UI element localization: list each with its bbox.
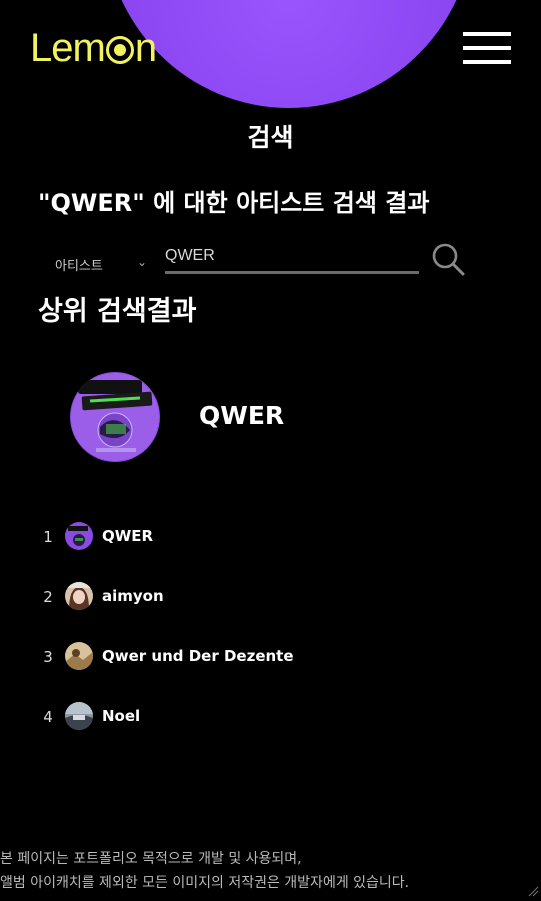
- logo-text-start: Lem: [30, 26, 106, 70]
- resize-grip-icon: [527, 882, 539, 897]
- header-decoration-circle: [104, 0, 474, 108]
- top-result-artist-name: QWER: [199, 401, 285, 430]
- search-result-heading: "QWER" 에 대한 아티스트 검색 결과: [38, 189, 430, 217]
- footer-notice: 본 페이지는 포트폴리오 목적으로 개발 및 사용되며, 앨범 아이캐치를 제외…: [0, 847, 541, 895]
- menu-line: [463, 46, 511, 50]
- top-result-heading: 상위 검색결과: [38, 296, 197, 327]
- search-input[interactable]: [165, 244, 415, 268]
- menu-line: [463, 32, 511, 36]
- artist-rank: 1: [43, 528, 53, 546]
- hamburger-icon[interactable]: [463, 30, 511, 66]
- artist-list-item[interactable]: 1 QWER: [0, 520, 541, 552]
- artist-name: Noel: [102, 707, 141, 725]
- artist-cover-image: [70, 372, 160, 462]
- artist-name: QWER: [102, 527, 154, 545]
- artist-rank: 3: [43, 648, 53, 666]
- footer-line: 본 페이지는 포트폴리오 목적으로 개발 및 사용되며,: [0, 851, 302, 867]
- artist-list-item[interactable]: 4 Noel: [0, 700, 541, 732]
- artist-thumbnail: [65, 702, 93, 730]
- menu-line: [463, 60, 511, 64]
- footer-line: 앨범 아이캐치를 제외한 모든 이미지의 저작권은 개발자에게 있습니다.: [0, 875, 410, 891]
- logo-text-end: n: [134, 26, 157, 70]
- artist-rank: 4: [43, 708, 53, 726]
- artist-name: aimyon: [102, 587, 164, 605]
- artist-list-item[interactable]: 2 aimyon: [0, 580, 541, 612]
- lemon-logo[interactable]: Lem n: [30, 26, 157, 70]
- search-field[interactable]: [165, 244, 419, 274]
- logo-o-icon: [105, 36, 134, 64]
- page-title: 검색: [247, 123, 294, 152]
- top-result-artist[interactable]: QWER: [70, 372, 370, 462]
- search-icon[interactable]: [431, 242, 465, 276]
- artist-thumbnail: [65, 642, 93, 670]
- artist-rank: 2: [43, 588, 53, 606]
- artist-thumbnail: [65, 582, 93, 610]
- artist-thumbnail: [65, 522, 93, 550]
- artist-list-item[interactable]: 3 Qwer und Der Dezente: [0, 640, 541, 672]
- artist-name: Qwer und Der Dezente: [102, 647, 294, 665]
- chevron-down-icon: ⌄: [137, 255, 148, 269]
- search-category-value: 아티스트: [55, 259, 103, 274]
- search-category-select[interactable]: 아티스트 ⌄: [55, 255, 150, 274]
